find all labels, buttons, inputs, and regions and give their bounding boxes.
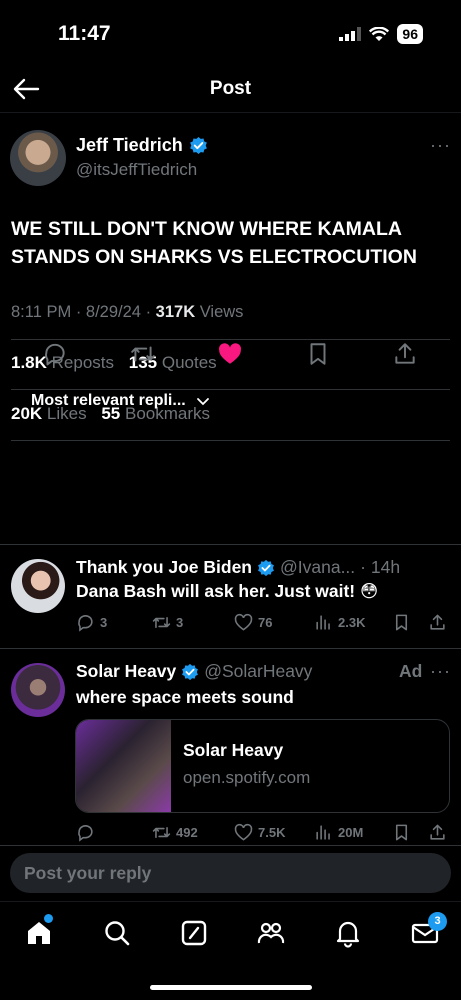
home-notification-dot [44, 914, 53, 923]
share-icon[interactable] [428, 823, 447, 842]
status-bar: 11:47 96 [0, 0, 461, 64]
reply-icon[interactable] [42, 341, 68, 367]
reply-action-bar: 492 7.5K 20M [76, 823, 451, 847]
link-card[interactable]: Solar Heavy open.spotify.com [75, 719, 450, 813]
like-count: 7.5K [258, 825, 286, 840]
like-button[interactable]: 76 [234, 613, 272, 632]
author-name: Jeff Tiedrich [76, 135, 183, 155]
reply-icon [78, 824, 93, 842]
view-count: 20M [338, 825, 364, 840]
page-title: Post [209, 78, 252, 99]
view-count: 2.3K [338, 615, 366, 630]
share-icon[interactable] [428, 613, 447, 632]
reply-item[interactable]: Thank you Joe Biden @Ivana... · 14h Dana… [0, 544, 461, 648]
like-button[interactable]: 7.5K [234, 823, 285, 842]
notifications-icon[interactable] [333, 918, 363, 948]
reply-time: · 14h [360, 557, 401, 577]
share-icon[interactable] [392, 341, 418, 367]
like-icon[interactable] [217, 341, 243, 367]
communities-icon[interactable] [256, 918, 286, 948]
bookmark-icon[interactable] [392, 613, 411, 632]
views-count: 317K [155, 303, 196, 321]
card-image [76, 720, 171, 812]
reply-avatar[interactable] [11, 559, 65, 613]
author-handle[interactable]: @itsJeffTiedrich [76, 160, 197, 180]
battery-indicator: 96 [397, 24, 423, 44]
repost-button[interactable]: 3 [152, 613, 183, 632]
verified-icon [182, 663, 199, 680]
reply-author-name: Thank you Joe Biden [76, 557, 252, 577]
verified-icon [258, 559, 274, 576]
nav-header: Post [0, 66, 461, 112]
chevron-down-icon [196, 398, 209, 406]
divider [11, 389, 450, 390]
views-icon [316, 825, 330, 840]
repost-icon[interactable] [130, 341, 156, 367]
bookmark-icon[interactable] [305, 341, 331, 367]
post-action-bar [0, 337, 461, 377]
reply-author-handle: @SolarHeavy [204, 661, 313, 681]
status-icons: 96 [339, 24, 423, 44]
search-icon[interactable] [102, 918, 132, 948]
repost-icon [152, 616, 171, 629]
reply-button[interactable] [76, 823, 95, 842]
card-url: open.spotify.com [183, 768, 311, 787]
signal-icon [339, 27, 362, 41]
like-icon [234, 823, 253, 841]
bookmark-icon[interactable] [392, 823, 411, 842]
post-time: 8:11 PM [11, 303, 72, 321]
like-count: 76 [258, 615, 273, 630]
reply-author-handle: @Ivana... [280, 557, 356, 577]
views-button[interactable]: 2.3K [314, 613, 365, 632]
views-button[interactable]: 20M [314, 823, 363, 842]
reply-input[interactable]: Post your reply [10, 853, 451, 893]
grok-icon[interactable] [179, 918, 209, 948]
post-meta: 8:11 PM · 8/29/24 · 317K Views [11, 303, 243, 322]
repost-icon [152, 826, 171, 839]
divider [11, 440, 450, 441]
main-post: Jeff Tiedrich @itsJeffTiedrich ··· WE ST… [0, 112, 461, 542]
author-name-row[interactable]: Jeff Tiedrich [76, 135, 208, 156]
meta-separator: · [75, 303, 82, 321]
messages-badge: 3 [428, 912, 447, 931]
sort-label: Most relevant repli... [31, 392, 186, 409]
verified-icon [189, 136, 207, 155]
reply-action-bar: 3 3 76 2.3K [76, 613, 451, 637]
reply-name-row[interactable]: Thank you Joe Biden @Ivana... · 14h [76, 557, 400, 578]
reply-name-row[interactable]: Solar Heavy @SolarHeavy [76, 661, 312, 682]
card-title: Solar Heavy [183, 740, 284, 760]
ad-label: Ad [399, 661, 423, 681]
repost-count: 3 [176, 615, 184, 630]
meta-separator: · [145, 303, 152, 321]
reply-sort-dropdown[interactable]: Most relevant repli... [31, 392, 210, 410]
reply-text: Dana Bash will ask her. Just wait! 😳 [76, 581, 379, 601]
wifi-icon [369, 26, 390, 41]
views-label: Views [199, 303, 244, 321]
more-icon[interactable]: ··· [430, 135, 451, 156]
repost-count: 492 [176, 825, 198, 840]
more-icon[interactable]: ··· [430, 661, 451, 682]
reply-author-name: Solar Heavy [76, 661, 177, 681]
bottom-tab-bar: 3 [0, 901, 461, 1000]
ad-reply-item[interactable]: Solar Heavy @SolarHeavy Ad ··· where spa… [0, 648, 461, 845]
reply-button[interactable]: 3 [76, 613, 107, 632]
like-icon [234, 613, 253, 631]
reply-icon [78, 614, 93, 632]
views-icon [316, 615, 330, 630]
repost-button[interactable]: 492 [152, 823, 198, 842]
home-indicator [150, 985, 312, 990]
author-avatar[interactable] [10, 130, 66, 186]
status-time: 11:47 [58, 22, 111, 45]
post-date: 8/29/24 [85, 303, 141, 321]
ad-avatar[interactable] [11, 663, 65, 717]
compose-bar: Post your reply [0, 845, 461, 901]
reply-text: where space meets sound [76, 687, 294, 707]
post-text: WE STILL DON'T KNOW WHERE KAMALA STANDS … [11, 218, 417, 268]
reply-count: 3 [100, 615, 108, 630]
